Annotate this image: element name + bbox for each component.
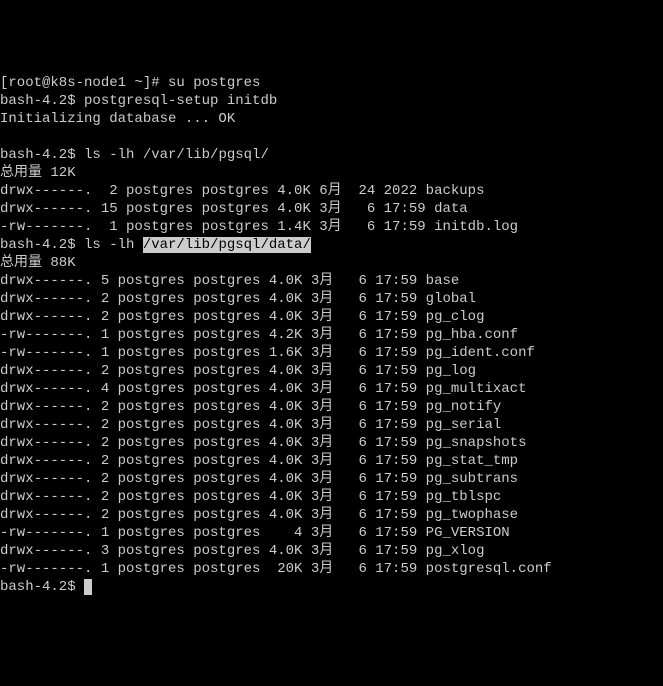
terminal-line: drwx------. 2 postgres postgres 4.0K 3月 … <box>0 308 663 326</box>
file-listing-row: -rw-------. 1 postgres postgres 4 3月 6 1… <box>0 525 510 541</box>
terminal-line: drwx------. 4 postgres postgres 4.0K 3月 … <box>0 380 663 398</box>
file-listing-row: drwx------. 15 postgres postgres 4.0K 3月… <box>0 201 468 217</box>
terminal-line: -rw-------. 1 postgres postgres 1.4K 3月 … <box>0 218 663 236</box>
terminal-line <box>0 128 663 146</box>
terminal-line: drwx------. 2 postgres postgres 4.0K 3月 … <box>0 452 663 470</box>
terminal-line: drwx------. 15 postgres postgres 4.0K 3月… <box>0 200 663 218</box>
prompt-root: [root@k8s-node1 ~]# <box>0 75 168 91</box>
terminal-line: drwx------. 2 postgres postgres 4.0K 3月 … <box>0 290 663 308</box>
prompt-bash: bash-4.2$ <box>0 93 84 109</box>
terminal-line: drwx------. 5 postgres postgres 4.0K 3月 … <box>0 272 663 290</box>
terminal-line: drwx------. 2 postgres postgres 4.0K 3月 … <box>0 362 663 380</box>
output-text: 总用量 12K <box>0 165 76 181</box>
cursor[interactable] <box>84 579 92 595</box>
terminal-line: drwx------. 2 postgres postgres 4.0K 3月 … <box>0 506 663 524</box>
file-listing-row: drwx------. 2 postgres postgres 4.0K 3月 … <box>0 489 501 505</box>
terminal-line: 总用量 12K <box>0 164 663 182</box>
prompt-bash: bash-4.2$ <box>0 147 84 163</box>
file-listing-row: drwx------. 2 postgres postgres 4.0K 3月 … <box>0 507 518 523</box>
file-listing-row: drwx------. 2 postgres postgres 4.0K 3月 … <box>0 471 518 487</box>
terminal-line: drwx------. 2 postgres postgres 4.0K 6月 … <box>0 182 663 200</box>
file-listing-row: drwx------. 2 postgres postgres 4.0K 3月 … <box>0 453 518 469</box>
file-listing-row: -rw-------. 1 postgres postgres 4.2K 3月 … <box>0 327 518 343</box>
command-text: ls -lh /var/lib/pgsql/ <box>84 147 269 163</box>
file-listing-row: drwx------. 2 postgres postgres 4.0K 3月 … <box>0 399 501 415</box>
blank-line <box>0 129 8 145</box>
terminal-line: drwx------. 3 postgres postgres 4.0K 3月 … <box>0 542 663 560</box>
command-text: postgresql-setup initdb <box>84 93 277 109</box>
terminal[interactable]: [root@k8s-node1 ~]# su postgresbash-4.2$… <box>0 74 663 596</box>
command-text: su postgres <box>168 75 260 91</box>
terminal-line: bash-4.2$ ls -lh /var/lib/pgsql/ <box>0 146 663 164</box>
file-listing-row: drwx------. 2 postgres postgres 4.0K 3月 … <box>0 363 476 379</box>
file-listing-row: -rw-------. 1 postgres postgres 1.6K 3月 … <box>0 345 535 361</box>
file-listing-row: drwx------. 3 postgres postgres 4.0K 3月 … <box>0 543 484 559</box>
prompt-bash: bash-4.2$ <box>0 237 84 253</box>
terminal-line: drwx------. 2 postgres postgres 4.0K 3月 … <box>0 488 663 506</box>
file-listing-row: drwx------. 2 postgres postgres 4.0K 3月 … <box>0 291 476 307</box>
file-listing-row: -rw-------. 1 postgres postgres 20K 3月 6… <box>0 561 552 577</box>
terminal-line: -rw-------. 1 postgres postgres 20K 3月 6… <box>0 560 663 578</box>
output-text: 总用量 88K <box>0 255 76 271</box>
command-text: ls -lh <box>84 237 143 253</box>
terminal-line: -rw-------. 1 postgres postgres 1.6K 3月 … <box>0 344 663 362</box>
highlighted-path: /var/lib/pgsql/data/ <box>143 237 311 253</box>
terminal-line: 总用量 88K <box>0 254 663 272</box>
terminal-line: bash-4.2$ postgresql-setup initdb <box>0 92 663 110</box>
terminal-line: [root@k8s-node1 ~]# su postgres <box>0 74 663 92</box>
output-text: Initializing database ... OK <box>0 111 235 127</box>
terminal-line: -rw-------. 1 postgres postgres 4 3月 6 1… <box>0 524 663 542</box>
terminal-line: bash-4.2$ ls -lh /var/lib/pgsql/data/ <box>0 236 663 254</box>
terminal-line: -rw-------. 1 postgres postgres 4.2K 3月 … <box>0 326 663 344</box>
terminal-line: drwx------. 2 postgres postgres 4.0K 3月 … <box>0 470 663 488</box>
terminal-line: bash-4.2$ <box>0 578 663 596</box>
terminal-line: drwx------. 2 postgres postgres 4.0K 3月 … <box>0 416 663 434</box>
file-listing-row: drwx------. 4 postgres postgres 4.0K 3月 … <box>0 381 526 397</box>
file-listing-row: drwx------. 5 postgres postgres 4.0K 3月 … <box>0 273 459 289</box>
file-listing-row: -rw-------. 1 postgres postgres 1.4K 3月 … <box>0 219 518 235</box>
terminal-line: drwx------. 2 postgres postgres 4.0K 3月 … <box>0 398 663 416</box>
file-listing-row: drwx------. 2 postgres postgres 4.0K 6月 … <box>0 183 484 199</box>
prompt-bash: bash-4.2$ <box>0 579 84 595</box>
file-listing-row: drwx------. 2 postgres postgres 4.0K 3月 … <box>0 417 501 433</box>
terminal-line: drwx------. 2 postgres postgres 4.0K 3月 … <box>0 434 663 452</box>
file-listing-row: drwx------. 2 postgres postgres 4.0K 3月 … <box>0 309 484 325</box>
file-listing-row: drwx------. 2 postgres postgres 4.0K 3月 … <box>0 435 526 451</box>
terminal-line: Initializing database ... OK <box>0 110 663 128</box>
